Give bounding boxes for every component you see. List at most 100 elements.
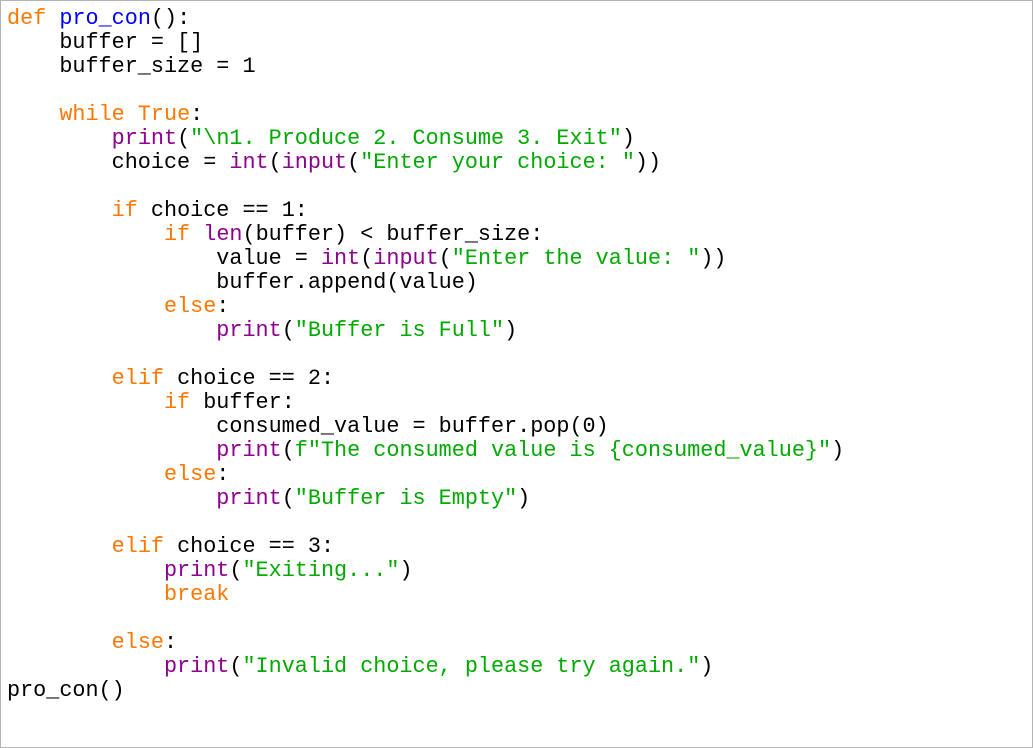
code-token: (: [281, 486, 295, 511]
string-token: "Invalid choice, please try again.": [242, 654, 701, 679]
builtin-token: print: [111, 126, 178, 151]
keyword-token: break: [163, 582, 230, 607]
string-token: "Enter the value: ": [451, 246, 701, 271]
code-line: else:: [7, 463, 844, 487]
code-token: pro_con(): [7, 678, 125, 703]
code-token: buffer.append(value): [7, 270, 478, 295]
code-line: choice = int(input("Enter your choice: "…: [7, 151, 844, 175]
code-line: def pro_con():: [7, 7, 844, 31]
code-line: value = int(input("Enter the value: ")): [7, 247, 844, 271]
code-line: if choice == 1:: [7, 199, 844, 223]
code-editor[interactable]: def pro_con(): buffer = [] buffer_size =…: [0, 0, 1033, 748]
code-line: print("Buffer is Empty"): [7, 487, 844, 511]
code-token: (: [177, 126, 191, 151]
code-line: print("Exiting..."): [7, 559, 844, 583]
keyword-token: if: [163, 222, 191, 247]
code-token: buffer = []: [7, 30, 204, 55]
keyword-token: elif: [111, 366, 164, 391]
code-line: buffer = []: [7, 31, 844, 55]
code-token: :: [163, 630, 178, 655]
string-token: "Enter your choice: ": [360, 150, 635, 175]
code-token: value =: [7, 246, 321, 271]
code-token: (: [360, 246, 374, 271]
code-line: print("Invalid choice, please try again.…: [7, 655, 844, 679]
string-token: "\n1. Produce 2. Consume 3. Exit": [190, 126, 622, 151]
code-token: consumed_value = buffer.pop(0): [7, 414, 609, 439]
code-token: :: [216, 462, 230, 487]
code-token: )): [634, 150, 662, 175]
keyword-token: True: [137, 102, 191, 127]
keyword-token: else: [163, 462, 217, 487]
code-token: choice == 1:: [137, 198, 308, 223]
code-line: print(f"The consumed value is {consumed_…: [7, 439, 844, 463]
code-line: print("Buffer is Full"): [7, 319, 844, 343]
code-line: ​: [7, 343, 844, 367]
code-line: elif choice == 2:: [7, 367, 844, 391]
string-token: "Buffer is Full": [294, 318, 505, 343]
code-line: consumed_value = buffer.pop(0): [7, 415, 844, 439]
code-line: ​: [7, 607, 844, 631]
code-line: else:: [7, 295, 844, 319]
code-token: (: [281, 438, 295, 463]
code-line: buffer_size = 1: [7, 55, 844, 79]
string-token: f"The consumed value is {consumed_value}…: [294, 438, 832, 463]
builtin-token: print: [163, 558, 230, 583]
builtin-token: print: [216, 486, 282, 511]
string-token: "Exiting...": [242, 558, 400, 583]
code-token: :: [216, 294, 230, 319]
code-line: ​: [7, 511, 844, 535]
code-line: if buffer:: [7, 391, 844, 415]
code-token: ():: [150, 6, 191, 31]
code-token: ): [399, 558, 413, 583]
code-token: (: [438, 246, 452, 271]
builtin-token: print: [163, 654, 230, 679]
code-token: (: [229, 558, 243, 583]
code-token: (: [229, 654, 243, 679]
builtin-token: print: [216, 438, 282, 463]
code-token: :: [190, 102, 204, 127]
code-line: else:: [7, 631, 844, 655]
code-line: elif choice == 3:: [7, 535, 844, 559]
builtin-token: input: [281, 150, 348, 175]
code-token: ): [517, 486, 531, 511]
code-line: if len(buffer) < buffer_size:: [7, 223, 844, 247]
code-token: (buffer) < buffer_size:: [242, 222, 544, 247]
code-token: choice == 3:: [163, 534, 335, 559]
keyword-token: def: [7, 6, 47, 31]
code-token: ): [700, 654, 714, 679]
keyword-token: if: [111, 198, 138, 223]
code-token: choice == 2:: [163, 366, 335, 391]
keyword-token: else: [111, 630, 164, 655]
keyword-token: if: [163, 390, 191, 415]
builtin-token: int: [229, 150, 269, 175]
string-token: "Buffer is Empty": [294, 486, 518, 511]
builtin-token: len: [203, 222, 243, 247]
code-line: while True:: [7, 103, 844, 127]
keyword-token: while: [59, 102, 125, 127]
code-line: buffer.append(value): [7, 271, 844, 295]
code-token: (: [281, 318, 295, 343]
code-token: ): [831, 438, 845, 463]
code-token: ): [621, 126, 635, 151]
code-text-area[interactable]: def pro_con(): buffer = [] buffer_size =…: [7, 7, 844, 703]
code-token: (: [268, 150, 282, 175]
builtin-token: print: [216, 318, 282, 343]
builtin-token: input: [373, 246, 439, 271]
